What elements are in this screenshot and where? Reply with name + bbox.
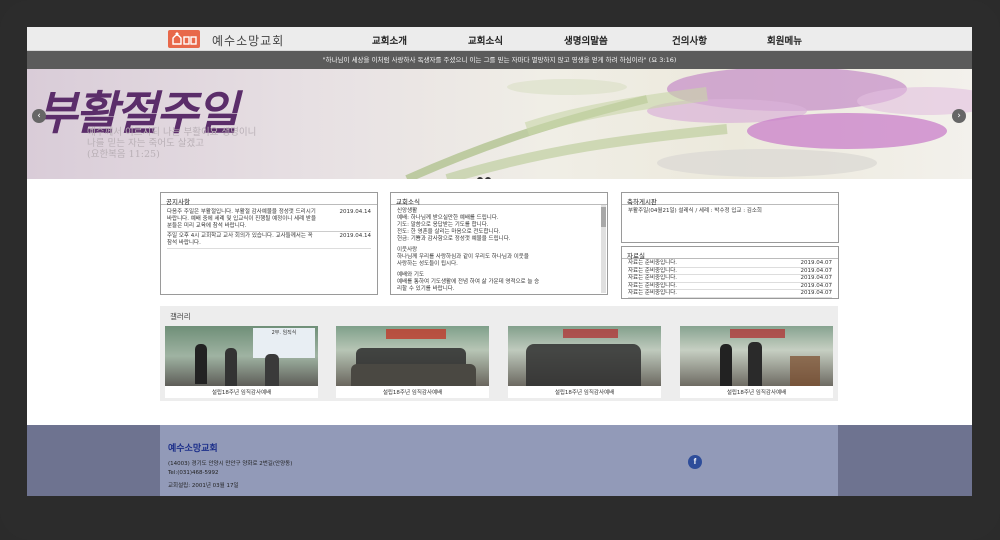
banner-next-button[interactable]: ›	[952, 109, 966, 123]
banner-dot-2[interactable]	[485, 177, 491, 179]
gallery-section: 갤러리 2부. 임직식 설립18주년 임직감사예배 설립18주년 임직감사예배	[160, 306, 838, 401]
hero-banner: 부활절주일 예수께서 이르시되 나는 부활이요 생명이니 나를 믿는 자는 죽어…	[27, 69, 972, 179]
gallery-caption: 설립18주년 임직감사예배	[211, 390, 272, 396]
banner-prev-button[interactable]: ‹	[32, 109, 46, 123]
footer-church-name: 예수소망교회	[168, 444, 218, 454]
nav-item-about[interactable]: 교회소개	[372, 33, 407, 47]
church-logo-icon	[172, 32, 197, 45]
congrats-item[interactable]: 부활주일(04월21일) 설레식 / 세례 : 박수정 입교 : 김소희	[622, 205, 838, 218]
church-news-panel: 교회소식 신앙생활 예배: 하나님께 받으실만한 예배를 드립니다. 기도: 말…	[390, 192, 608, 295]
facebook-icon[interactable]: f	[688, 455, 702, 469]
gallery-item[interactable]: 설립18주년 임직감사예배	[680, 326, 833, 398]
banner-pagination	[476, 168, 492, 179]
notice-item[interactable]: 주일 오후 4시 교회학교 교사 회의가 있습니다. 교사들께서는 꼭 참석 바…	[167, 232, 371, 249]
gallery-thumbnail	[508, 326, 661, 386]
archive-item[interactable]: 자료는 준비중입니다. 2019.04.07	[628, 290, 832, 298]
archive-item[interactable]: 자료는 준비중입니다. 2019.04.07	[628, 260, 832, 268]
gallery-title[interactable]: 갤러리	[170, 311, 191, 322]
footer: 예수소망교회 (14003) 경기도 안양시 만안구 양화로 2번길(안양동) …	[27, 425, 972, 496]
gallery-thumbnail: 2부. 임직식	[165, 326, 318, 386]
church-news-scrollbar[interactable]	[601, 205, 606, 293]
gallery-thumbnail	[680, 326, 833, 386]
gallery-item[interactable]: 설립18주년 임직감사예배	[508, 326, 661, 398]
top-navigation: 예수소망교회 교회소개 교회소식 생명의말씀 건의사항 회원메뉴	[27, 27, 972, 51]
footer-founded: 교회설립: 2001년 03월 17일	[168, 483, 239, 489]
bible-verse-bar: "하나님이 세상을 이처럼 사랑하사 독생자를 주셨으니 이는 그를 믿는 자마…	[27, 51, 972, 69]
archive-panel: 자료실 자료는 준비중입니다. 2019.04.07 자료는 준비중입니다. 201…	[621, 246, 839, 299]
footer-content: 예수소망교회 (14003) 경기도 안양시 만안구 양화로 2번길(안양동) …	[160, 425, 838, 496]
archive-title[interactable]: 자료실	[622, 247, 838, 260]
notices-panel: 공지사항 다음주 주일은 부활절입니다. 부활절 감사예물을 정성껏 드리시기 …	[160, 192, 378, 295]
gallery-caption: 설립18주년 임직감사예배	[554, 390, 615, 396]
nav-item-member-menu[interactable]: 회원메뉴	[767, 33, 802, 47]
gallery-item[interactable]: 2부. 임직식 설립18주년 임직감사예배	[165, 326, 318, 398]
banner-dot-1[interactable]	[477, 177, 483, 179]
gallery-thumbnail	[336, 326, 489, 386]
browser-viewport: 예수소망교회 교회소개 교회소식 생명의말씀 건의사항 회원메뉴 "하나님이 세…	[27, 27, 972, 496]
nav-item-news[interactable]: 교회소식	[468, 33, 503, 47]
notice-item[interactable]: 다음주 주일은 부활절입니다. 부활절 감사예물을 정성껏 드리시기 바랍니다.…	[167, 208, 371, 232]
congrats-panel: 축하게시판 부활주일(04월21일) 설레식 / 세례 : 박수정 입교 : 김…	[621, 192, 839, 243]
gallery-item[interactable]: 설립18주년 임직감사예배	[336, 326, 489, 398]
archive-item[interactable]: 자료는 준비중입니다. 2019.04.07	[628, 275, 832, 283]
church-news-title[interactable]: 교회소식	[391, 193, 607, 206]
gallery-caption: 설립18주년 임직감사예배	[382, 390, 443, 396]
site-name[interactable]: 예수소망교회	[212, 32, 284, 49]
congrats-title[interactable]: 축하게시판	[622, 193, 838, 206]
banner-subtitle: 예수께서 이르시되 나는 부활이요 생명이니 나를 믿는 자는 죽어도 살겠고 …	[87, 127, 257, 160]
notices-title[interactable]: 공지사항	[161, 193, 377, 206]
nav-item-suggestions[interactable]: 건의사항	[672, 33, 707, 47]
footer-address: (14003) 경기도 안양시 만안구 양화로 2번길(안양동)	[168, 461, 293, 467]
church-logo[interactable]	[168, 30, 200, 48]
gallery-caption: 설립18주년 임직감사예배	[726, 390, 787, 396]
nav-item-word-of-life[interactable]: 생명의말씀	[564, 33, 608, 47]
footer-tel: Tel:(031)468-5992	[168, 470, 219, 476]
